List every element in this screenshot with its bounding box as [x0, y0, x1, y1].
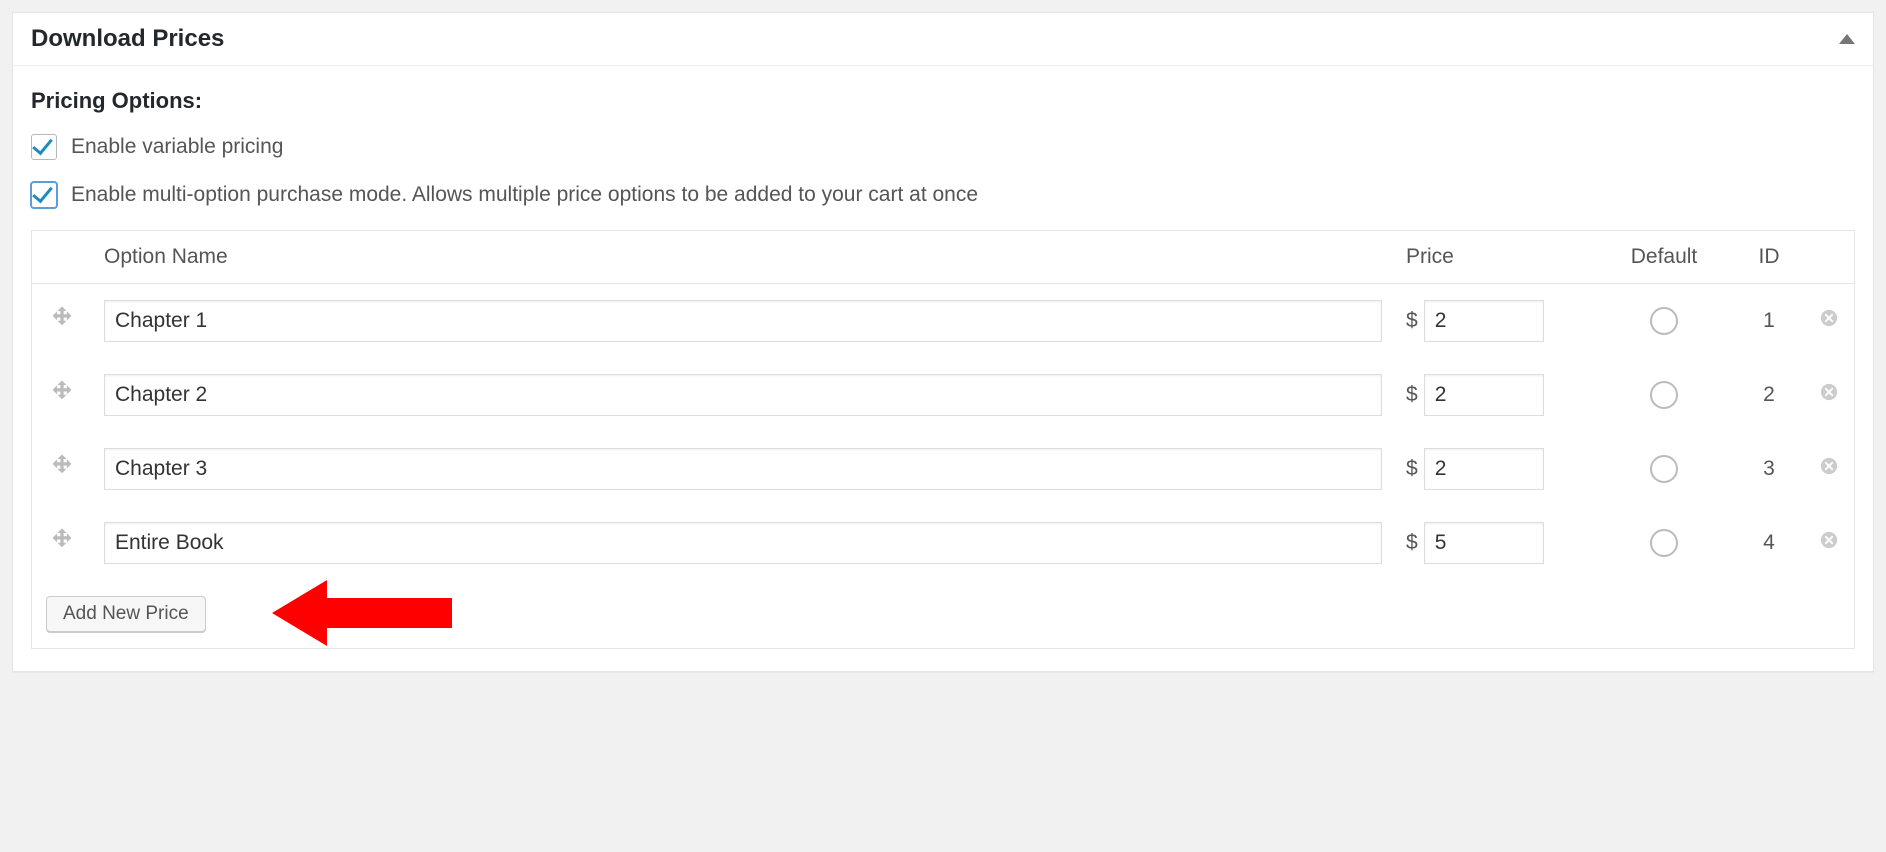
enable-multi-option-checkbox[interactable]: [31, 182, 57, 208]
enable-multi-option-row: Enable multi-option purchase mode. Allow…: [31, 182, 1855, 208]
price-row: $1: [32, 284, 1854, 359]
price-input[interactable]: [1424, 522, 1544, 564]
table-footer: Add New Price: [32, 580, 1854, 648]
currency-symbol: $: [1406, 531, 1418, 555]
enable-variable-pricing-checkbox[interactable]: [31, 134, 57, 160]
enable-multi-option-label: Enable multi-option purchase mode. Allow…: [71, 183, 978, 207]
default-radio[interactable]: [1650, 307, 1678, 335]
col-option-name-header: Option Name: [92, 231, 1394, 284]
col-id-header: ID: [1734, 231, 1804, 284]
delete-icon[interactable]: [1820, 457, 1838, 475]
price-input[interactable]: [1424, 374, 1544, 416]
move-icon[interactable]: [49, 453, 75, 479]
price-row: $3: [32, 432, 1854, 506]
delete-icon[interactable]: [1820, 531, 1838, 549]
panel-body: Pricing Options: Enable variable pricing…: [13, 66, 1873, 671]
prices-table-wrapper: Option Name Price Default ID $1$2$3$4 Ad…: [31, 230, 1855, 649]
move-icon[interactable]: [49, 379, 75, 405]
currency-symbol: $: [1406, 309, 1418, 333]
download-prices-panel: Download Prices Pricing Options: Enable …: [12, 12, 1874, 672]
default-radio[interactable]: [1650, 529, 1678, 557]
option-name-input[interactable]: [104, 374, 1382, 416]
row-id: 2: [1734, 358, 1804, 432]
move-icon[interactable]: [49, 527, 75, 553]
option-name-input[interactable]: [104, 522, 1382, 564]
enable-variable-pricing-label: Enable variable pricing: [71, 135, 283, 159]
prices-table: Option Name Price Default ID $1$2$3$4: [32, 231, 1854, 580]
price-row: $4: [32, 506, 1854, 580]
delete-icon[interactable]: [1820, 309, 1838, 327]
panel-collapse-toggle[interactable]: [1839, 34, 1855, 44]
col-price-header: Price: [1394, 231, 1594, 284]
col-default-header: Default: [1594, 231, 1734, 284]
add-new-price-button[interactable]: Add New Price: [46, 596, 206, 632]
default-radio[interactable]: [1650, 455, 1678, 483]
price-row: $2: [32, 358, 1854, 432]
panel-title: Download Prices: [31, 25, 1855, 53]
col-drag-header: [32, 231, 92, 284]
row-id: 1: [1734, 284, 1804, 359]
price-input[interactable]: [1424, 448, 1544, 490]
price-input[interactable]: [1424, 300, 1544, 342]
option-name-input[interactable]: [104, 448, 1382, 490]
enable-variable-pricing-row: Enable variable pricing: [31, 134, 1855, 160]
annotation-arrow: [272, 568, 472, 658]
move-icon[interactable]: [49, 305, 75, 331]
default-radio[interactable]: [1650, 381, 1678, 409]
col-delete-header: [1804, 231, 1854, 284]
delete-icon[interactable]: [1820, 383, 1838, 401]
pricing-options-heading: Pricing Options:: [31, 88, 1855, 114]
row-id: 4: [1734, 506, 1804, 580]
option-name-input[interactable]: [104, 300, 1382, 342]
panel-header: Download Prices: [13, 13, 1873, 66]
row-id: 3: [1734, 432, 1804, 506]
currency-symbol: $: [1406, 383, 1418, 407]
currency-symbol: $: [1406, 457, 1418, 481]
